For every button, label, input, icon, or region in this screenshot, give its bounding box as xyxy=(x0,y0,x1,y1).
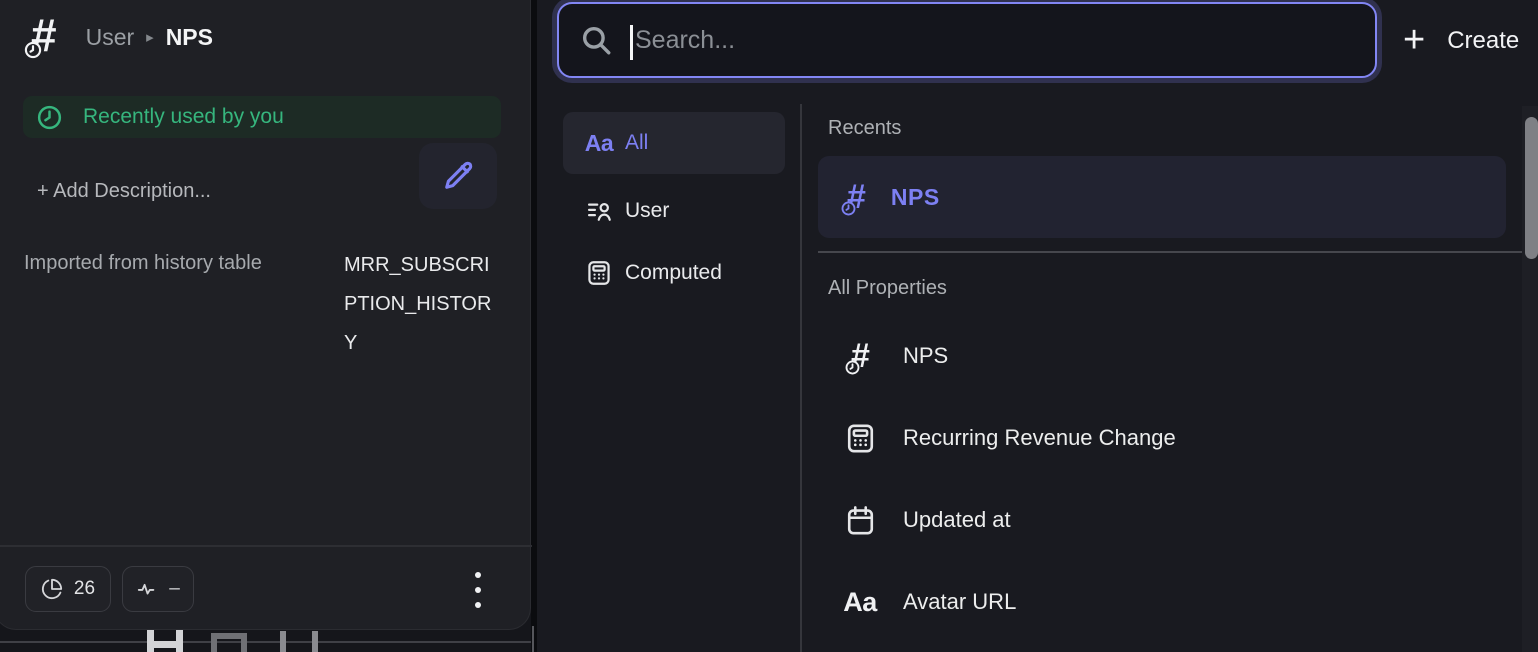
occluded-glyph xyxy=(211,633,247,652)
breadcrumb-parent[interactable]: User xyxy=(86,24,135,51)
text-format-icon: Aa xyxy=(843,587,877,618)
recents-item-label: NPS xyxy=(891,184,940,211)
clock-overlay-icon xyxy=(23,40,43,60)
plus-icon: + xyxy=(1403,21,1425,59)
all-properties-header: All Properties xyxy=(828,277,947,300)
numeric-history-property-icon: # xyxy=(847,180,865,214)
property-item-label: NPS xyxy=(903,343,948,369)
recents-item-nps[interactable]: # NPS xyxy=(818,156,1506,238)
trend-chip[interactable]: – xyxy=(122,566,194,612)
property-item-recurring-revenue-change[interactable]: Recurring Revenue Change xyxy=(818,403,1506,473)
search-input[interactable] xyxy=(613,4,1375,76)
usage-count-value: 26 xyxy=(74,578,95,600)
filter-item-all[interactable]: Aa All xyxy=(563,112,785,174)
create-button[interactable]: + Create xyxy=(1403,18,1519,64)
filter-item-computed[interactable]: Computed xyxy=(563,242,785,304)
property-item-avatar-url[interactable]: Aa Avatar URL xyxy=(818,567,1506,637)
search-bar[interactable] xyxy=(557,2,1377,78)
occluded-horizontal-rule xyxy=(0,641,531,643)
text-caret xyxy=(630,25,633,60)
section-divider xyxy=(818,251,1522,253)
occluded-vertical-rule xyxy=(532,626,534,652)
recently-used-badge-label: Recently used by you xyxy=(83,105,284,129)
trend-value: – xyxy=(169,578,180,600)
occluded-glyph xyxy=(280,631,318,652)
property-item-nps[interactable]: # NPS xyxy=(818,321,1506,391)
filter-label: All xyxy=(625,131,648,155)
filter-label: User xyxy=(625,199,669,223)
kebab-dot xyxy=(475,572,481,578)
filter-results-divider xyxy=(800,104,802,652)
user-list-icon xyxy=(585,197,613,225)
property-detail-card: # User ▸ NPS Recently used by you + Add … xyxy=(0,0,531,630)
recents-header: Recents xyxy=(828,117,901,140)
clock-overlay-icon xyxy=(844,359,861,376)
breadcrumb-chevron-icon: ▸ xyxy=(146,28,154,46)
recently-used-badge: Recently used by you xyxy=(23,96,501,138)
calculator-icon xyxy=(844,422,877,455)
kebab-dot xyxy=(475,587,481,593)
pie-chart-icon xyxy=(41,578,63,600)
property-item-label: Updated at xyxy=(903,507,1011,533)
pulse-icon xyxy=(136,578,158,600)
numeric-history-property-icon: # xyxy=(31,12,56,58)
property-search-overlay: + Create Aa All User Computed Re xyxy=(537,0,1538,652)
pencil-icon xyxy=(440,158,476,194)
imported-table-name: MRR_SUBSCRIPTION_HISTORY xyxy=(344,246,500,363)
kebab-dot xyxy=(475,602,481,608)
filter-label: Computed xyxy=(625,261,722,285)
filter-item-user[interactable]: User xyxy=(563,180,785,242)
clock-overlay-icon xyxy=(840,200,857,217)
property-item-label: Recurring Revenue Change xyxy=(903,425,1176,451)
imported-from-label: Imported from history table xyxy=(24,252,262,275)
occluded-glyph xyxy=(147,629,183,652)
property-item-updated-at[interactable]: Updated at xyxy=(818,485,1506,555)
calculator-icon xyxy=(585,259,613,287)
scrollbar-track[interactable] xyxy=(1522,106,1538,652)
clock-icon xyxy=(36,104,63,131)
create-button-label: Create xyxy=(1447,27,1519,55)
calendar-icon xyxy=(844,504,877,537)
scrollbar-thumb[interactable] xyxy=(1525,117,1538,259)
add-description-button[interactable]: + Add Description... xyxy=(37,180,211,203)
numeric-history-property-icon: # xyxy=(851,339,869,373)
footer-divider xyxy=(0,545,532,547)
search-icon xyxy=(579,23,613,57)
breadcrumb-current: NPS xyxy=(166,24,213,51)
property-header: # User ▸ NPS xyxy=(31,12,213,58)
overflow-menu-button[interactable] xyxy=(469,570,487,610)
property-item-label: Avatar URL xyxy=(903,589,1016,615)
text-format-icon: Aa xyxy=(585,130,613,157)
usage-count-chip[interactable]: 26 xyxy=(25,566,111,612)
breadcrumb: User ▸ NPS xyxy=(86,24,213,51)
edit-description-button[interactable] xyxy=(419,143,497,209)
